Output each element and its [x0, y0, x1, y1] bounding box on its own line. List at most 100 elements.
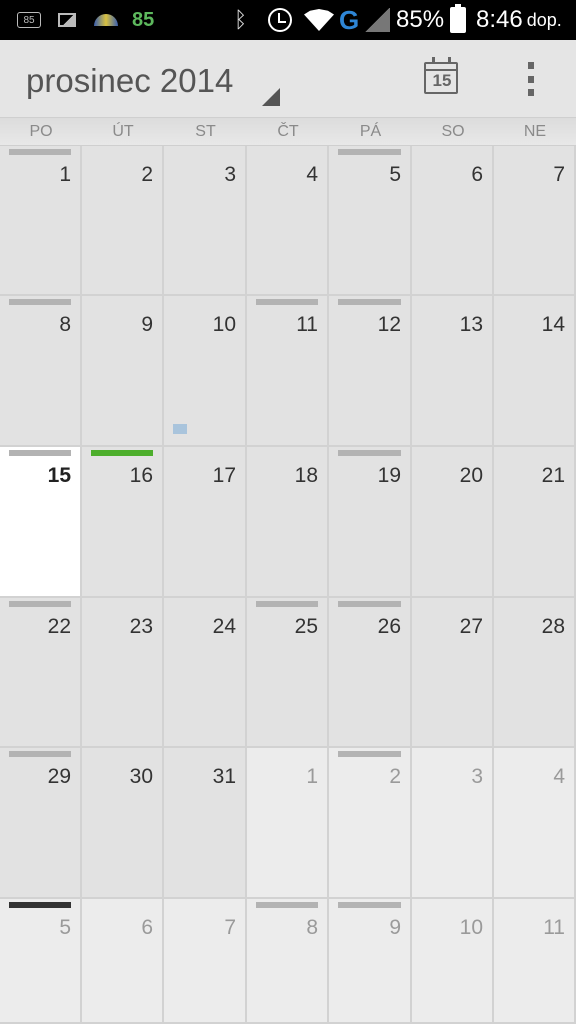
go-to-today-button[interactable]: 15	[424, 57, 460, 96]
day-cell[interactable]: 12	[329, 296, 412, 447]
event-indicator-bar	[338, 601, 401, 607]
action-bar: prosinec 2014 15	[0, 40, 576, 118]
day-number: 21	[541, 464, 565, 487]
day-cell[interactable]: 16	[82, 447, 164, 598]
day-cell[interactable]: 21	[494, 447, 576, 598]
day-cell-today[interactable]: 15	[0, 447, 82, 598]
day-cell[interactable]: 6	[82, 899, 164, 1024]
day-cell[interactable]: 1	[0, 146, 82, 296]
day-number: 16	[129, 464, 153, 487]
weekday-label: ČT	[277, 123, 299, 140]
day-cell[interactable]: 20	[412, 447, 494, 598]
day-cell[interactable]: 27	[412, 598, 494, 748]
notification-85-icon: 85	[17, 0, 43, 40]
event-indicator-bar	[9, 299, 71, 305]
day-cell[interactable]: 2	[329, 748, 412, 899]
day-cell[interactable]: 18	[247, 447, 329, 598]
event-block[interactable]	[173, 424, 187, 434]
month-selector[interactable]: prosinec 2014	[26, 62, 233, 100]
day-cell[interactable]: 11	[247, 296, 329, 447]
day-cell[interactable]: 30	[82, 748, 164, 899]
day-number: 28	[541, 615, 565, 638]
day-number: 7	[553, 163, 565, 186]
day-number: 24	[212, 615, 236, 638]
day-cell[interactable]: 19	[329, 447, 412, 598]
day-cell[interactable]: 31	[164, 748, 247, 899]
day-cell[interactable]: 13	[412, 296, 494, 447]
day-cell[interactable]: 14	[494, 296, 576, 447]
day-cell[interactable]: 4	[247, 146, 329, 296]
day-number: 1	[306, 765, 318, 788]
day-cell[interactable]: 28	[494, 598, 576, 748]
bluetooth-icon: ᛒ	[234, 7, 248, 32]
battery-percent: 85%	[396, 6, 445, 33]
day-number: 14	[541, 313, 565, 336]
day-number: 4	[306, 163, 318, 186]
day-number: 30	[129, 765, 153, 788]
weather-dome-icon	[94, 0, 118, 40]
day-number: 9	[389, 916, 401, 939]
event-indicator-bar	[256, 902, 318, 908]
time-suffix: dop.	[526, 9, 562, 30]
time-value: 8:46	[476, 6, 523, 33]
day-cell[interactable]: 6	[412, 146, 494, 296]
event-indicator-bar	[338, 299, 401, 305]
day-cell[interactable]: 8	[0, 296, 82, 447]
day-number: 2	[141, 163, 153, 186]
weekday-header: PO ÚT ST ČT PÁ SO NE	[0, 118, 576, 146]
day-cell[interactable]: 3	[412, 748, 494, 899]
event-indicator-bar	[338, 149, 401, 155]
day-number: 27	[459, 615, 483, 638]
day-cell[interactable]: 7	[494, 146, 576, 296]
day-cell[interactable]: 11	[494, 899, 576, 1024]
day-number: 29	[47, 765, 71, 788]
day-cell[interactable]: 25	[247, 598, 329, 748]
day-cell[interactable]: 8	[247, 899, 329, 1024]
day-cell[interactable]: 1	[247, 748, 329, 899]
day-cell[interactable]: 10	[412, 899, 494, 1024]
day-cell[interactable]: 29	[0, 748, 82, 899]
event-indicator-bar	[256, 601, 318, 607]
event-indicator-bar	[91, 450, 153, 456]
day-cell[interactable]: 5	[0, 899, 82, 1024]
temperature-text: 85	[132, 8, 155, 31]
day-number: 12	[377, 313, 401, 336]
day-cell[interactable]: 10	[164, 296, 247, 447]
weekday-label: PO	[29, 123, 53, 140]
clock-time: 8:46 dop.	[476, 0, 562, 40]
event-indicator-bar	[9, 601, 71, 607]
event-indicator-bar	[9, 751, 71, 757]
day-number: 26	[377, 615, 401, 638]
day-cell[interactable]: 3	[164, 146, 247, 296]
day-number: 17	[212, 464, 236, 487]
overflow-menu-icon[interactable]	[522, 60, 540, 98]
day-cell[interactable]: 5	[329, 146, 412, 296]
day-number: 6	[471, 163, 483, 186]
day-number: 7	[224, 916, 236, 939]
day-cell[interactable]: 2	[82, 146, 164, 296]
day-cell[interactable]: 22	[0, 598, 82, 748]
day-number: 6	[141, 916, 153, 939]
day-number: 22	[47, 615, 71, 638]
day-number: 11	[543, 916, 565, 939]
day-number: 11	[296, 313, 318, 336]
event-indicator-bar	[9, 450, 71, 456]
day-cell[interactable]: 4	[494, 748, 576, 899]
day-number: 1	[59, 163, 71, 186]
weekday-label: NE	[523, 123, 547, 140]
day-cell[interactable]: 9	[329, 899, 412, 1024]
day-cell[interactable]: 7	[164, 899, 247, 1024]
day-cell[interactable]: 17	[164, 447, 247, 598]
day-cell[interactable]: 23	[82, 598, 164, 748]
event-indicator-bar	[338, 751, 401, 757]
day-cell[interactable]: 9	[82, 296, 164, 447]
today-icon-number: 15	[432, 71, 452, 90]
day-number: 8	[306, 916, 318, 939]
battery-icon	[450, 0, 466, 40]
day-cell[interactable]: 24	[164, 598, 247, 748]
day-number: 23	[129, 615, 153, 638]
day-number: 18	[294, 464, 318, 487]
dropdown-arrow-icon[interactable]	[262, 88, 280, 106]
day-cell[interactable]: 26	[329, 598, 412, 748]
cell-signal-icon	[364, 0, 390, 40]
